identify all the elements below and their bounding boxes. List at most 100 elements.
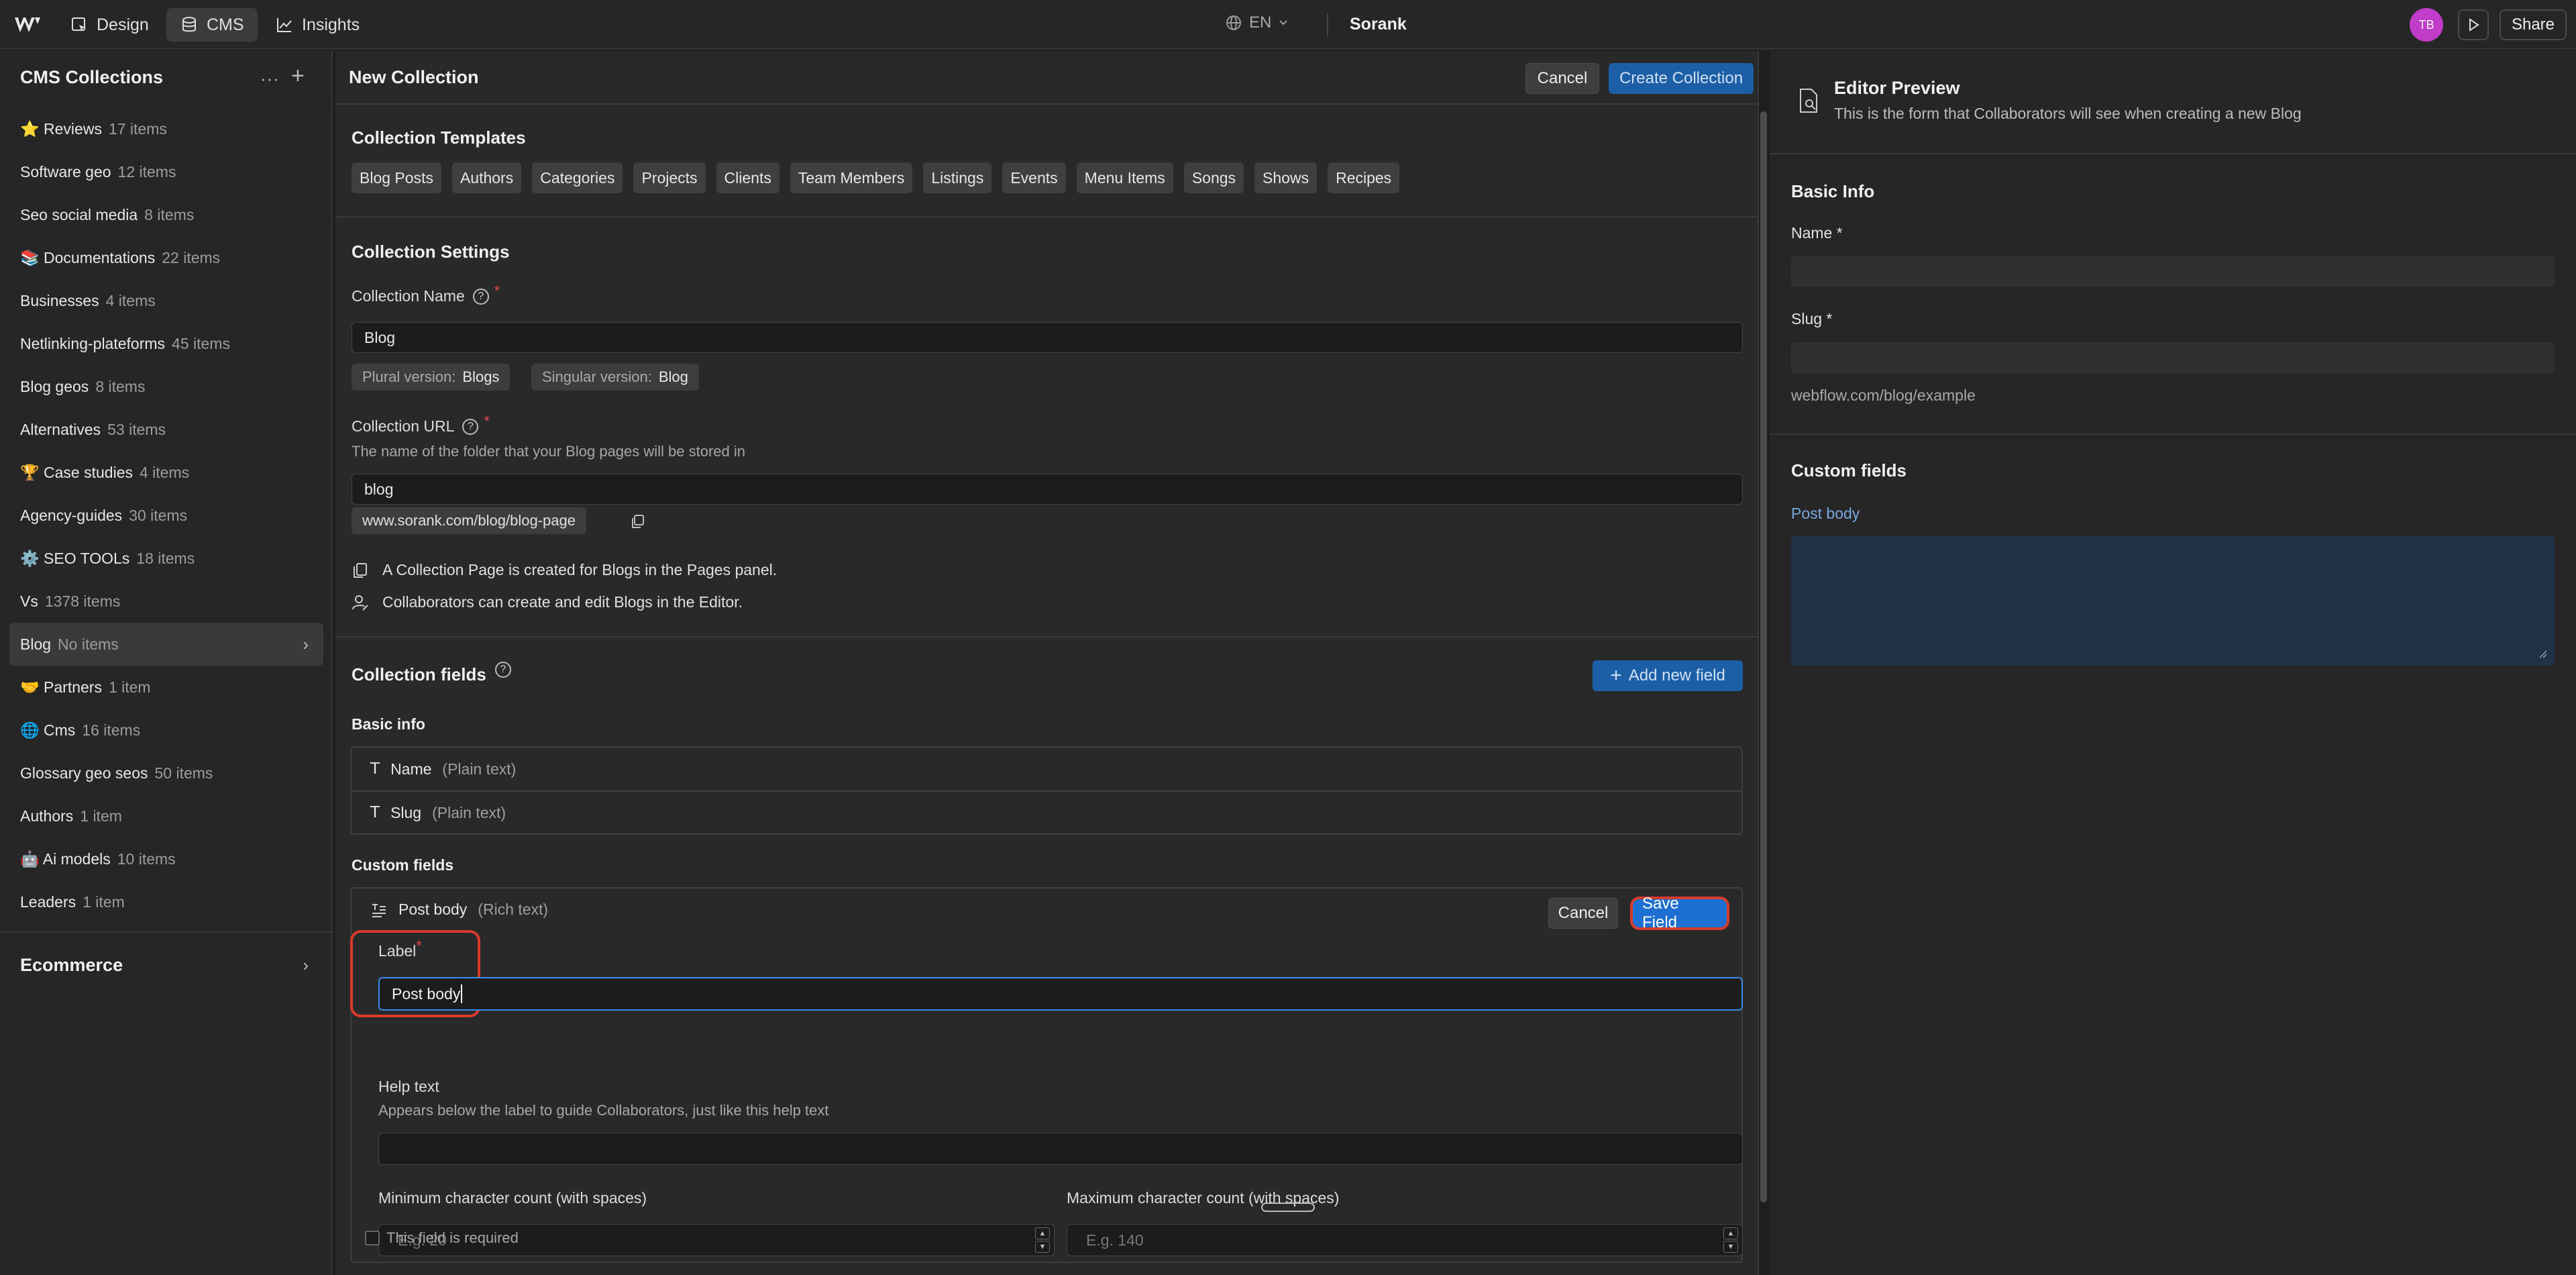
site-name: Sorank [1350, 15, 1407, 34]
template-chip[interactable]: Menu Items [1076, 162, 1173, 193]
resize-handle[interactable] [1261, 1203, 1315, 1212]
arrow-down-icon[interactable]: ▼ [1723, 1241, 1738, 1253]
help-icon[interactable]: ? [472, 288, 489, 305]
arrow-up-icon[interactable]: ▲ [1035, 1227, 1050, 1239]
template-chip[interactable]: Blog Posts [352, 162, 441, 193]
collection-item[interactable]: Software geo 12 items [9, 150, 323, 193]
collection-item[interactable]: ⚙️ SEO TOOLs 18 items [9, 537, 323, 580]
tab-insights[interactable]: Insights [262, 8, 373, 42]
collection-name: Leaders [20, 892, 76, 911]
collection-name: Authors [20, 807, 74, 825]
preview-button[interactable] [2458, 9, 2489, 40]
copy-icon[interactable] [629, 513, 647, 530]
file-search-icon [1800, 89, 1817, 113]
template-chip[interactable]: Authors [451, 162, 522, 193]
collection-count: 1 item [80, 807, 122, 825]
field-row-name[interactable]: T Name (Plain text) [352, 748, 1741, 790]
help-text-description: Appears below the label to guide Collabo… [378, 1102, 829, 1119]
fields-title: Collection fields [352, 664, 486, 684]
template-chip[interactable]: Categories [532, 162, 623, 193]
share-button[interactable]: Share [2500, 9, 2567, 40]
panel-header: New Collection Cancel Create Collection [335, 51, 1759, 105]
templates-list: Blog Posts Authors Categories Projects C… [352, 162, 1400, 193]
singular-value: Blog [658, 368, 688, 385]
help-text-input[interactable] [378, 1133, 1743, 1165]
scrollbar[interactable] [1760, 111, 1767, 1203]
more-options-icon[interactable]: ··· [260, 68, 280, 89]
language-label: EN [1249, 13, 1272, 32]
template-chip[interactable]: Clients [716, 162, 780, 193]
template-chip[interactable]: Team Members [790, 162, 913, 193]
templates-title: Collection Templates [352, 128, 526, 148]
collection-item[interactable]: Authors 1 item [9, 795, 323, 837]
arrow-up-icon[interactable]: ▲ [1723, 1227, 1738, 1239]
arrow-down-icon[interactable]: ▼ [1035, 1241, 1050, 1253]
collection-count: 17 items [108, 119, 167, 138]
collection-item[interactable]: 🌐 Cms 16 items [9, 709, 323, 752]
plural-version-tag[interactable]: Plural version: Blogs [352, 364, 511, 391]
required-checkbox-row[interactable]: This field is required [365, 1229, 519, 1247]
collection-item[interactable]: 📚 Documentations 22 items [9, 236, 323, 279]
collection-count: 45 items [172, 334, 230, 352]
preview-post-body-label: Post body [1791, 505, 1860, 522]
collection-url-description: The name of the folder that your Blog pa… [352, 443, 746, 460]
label-input[interactable]: Post body [378, 977, 1743, 1011]
collection-item[interactable]: Alternatives 53 items [9, 408, 323, 451]
collection-item-active[interactable]: Blog No items › [9, 623, 323, 666]
language-selector[interactable]: EN [1225, 13, 1289, 32]
stepper-arrows[interactable]: ▲ ▼ [1035, 1227, 1050, 1253]
chevron-down-icon [1279, 20, 1288, 26]
info-collection-page: A Collection Page is created for Blogs i… [352, 561, 777, 579]
create-collection-button[interactable]: Create Collection [1609, 63, 1754, 94]
collection-name: Seo social media [20, 205, 138, 223]
basic-info-title: Basic info [352, 715, 425, 733]
collection-item[interactable]: Leaders 1 item [9, 880, 323, 923]
cancel-button[interactable]: Cancel [1525, 63, 1599, 94]
avatar[interactable]: TB [2410, 8, 2443, 42]
tab-cms[interactable]: CMS [166, 8, 258, 42]
sidebar-divider [0, 931, 333, 933]
singular-version-tag[interactable]: Singular version: Blog [531, 364, 699, 391]
collection-item[interactable]: ⭐ Reviews 17 items [9, 107, 323, 150]
collection-item[interactable]: 🤝 Partners 1 item [9, 666, 323, 709]
preview-slug-label: Slug * [1791, 310, 1833, 327]
collection-item[interactable]: Businesses 4 items [9, 279, 323, 322]
collection-count: 8 items [95, 377, 146, 395]
max-count-stepper[interactable]: E.g. 140 ▲ ▼ [1067, 1224, 1743, 1256]
help-icon[interactable]: ? [495, 662, 511, 678]
tab-design[interactable]: Design [56, 8, 162, 42]
template-chip[interactable]: Listings [923, 162, 992, 193]
min-count-label: Minimum character count (with spaces) [378, 1189, 647, 1207]
field-row-slug[interactable]: T Slug (Plain text) [352, 790, 1741, 833]
collection-item[interactable]: Glossary geo seos 50 items [9, 752, 323, 795]
collection-item[interactable]: 🤖 Ai models 10 items [9, 837, 323, 880]
cancel-field-button[interactable]: Cancel [1548, 898, 1618, 929]
save-field-button[interactable]: Save Field [1630, 895, 1729, 931]
stepper-arrows[interactable]: ▲ ▼ [1723, 1227, 1738, 1253]
collection-item[interactable]: Vs 1378 items [9, 580, 323, 623]
template-chip[interactable]: Songs [1183, 162, 1244, 193]
collection-name-input[interactable]: Blog [352, 322, 1743, 353]
ecommerce-section[interactable]: Ecommerce › [9, 944, 323, 986]
add-collection-icon[interactable]: + [291, 63, 305, 89]
add-new-field-button[interactable]: + Add new field [1593, 660, 1743, 691]
collection-item[interactable]: Blog geos 8 items [9, 365, 323, 408]
collection-item[interactable]: Netlinking-plateforms 45 items [9, 322, 323, 365]
collection-item[interactable]: Seo social media 8 items [9, 193, 323, 236]
template-chip[interactable]: Shows [1254, 162, 1318, 193]
template-chip[interactable]: Events [1002, 162, 1066, 193]
help-icon[interactable]: ? [462, 418, 479, 435]
collection-item[interactable]: Agency-guides 30 items [9, 494, 323, 537]
template-chip[interactable]: Projects [633, 162, 706, 193]
field-type: (Plain text) [442, 760, 517, 778]
info-collection-page-text: A Collection Page is created for Blogs i… [382, 561, 777, 578]
template-chip[interactable]: Recipes [1328, 162, 1400, 193]
preview-divider [1770, 153, 2576, 154]
required-checkbox[interactable] [365, 1231, 380, 1245]
collection-url-input[interactable]: blog [352, 474, 1743, 505]
webflow-logo-icon[interactable] [13, 15, 42, 35]
collection-count: 10 items [117, 850, 176, 868]
max-count-placeholder: E.g. 140 [1086, 1231, 1144, 1249]
collection-item[interactable]: 🏆 Case studies 4 items [9, 451, 323, 494]
collection-name: Alternatives [20, 420, 101, 438]
